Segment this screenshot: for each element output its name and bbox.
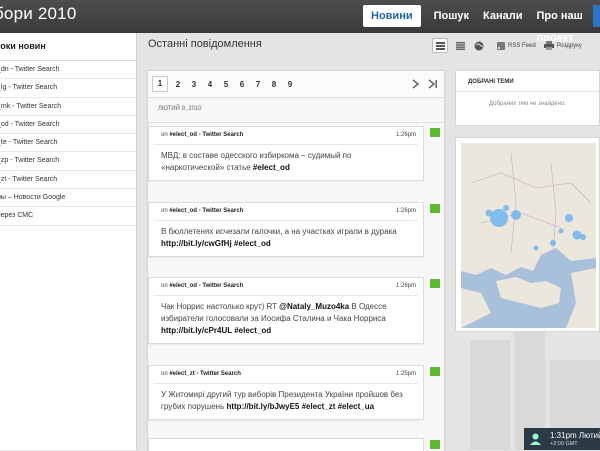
sidebar: токи новин _dn - Twitter Search _lg - Tw…: [0, 33, 137, 450]
view-toolbar: RSS Feed Роздруку: [432, 38, 582, 53]
page-8[interactable]: 8: [266, 80, 282, 89]
map-graphic: [461, 143, 596, 328]
last-page-icon[interactable]: [428, 79, 438, 89]
map-bubble[interactable]: [580, 234, 586, 240]
map-bubble[interactable]: [550, 240, 556, 246]
sidebar-item-sms[interactable]: через СМС: [0, 207, 136, 225]
print-link[interactable]: Роздруку: [544, 41, 582, 50]
map-bubble[interactable]: [486, 210, 493, 217]
post-text: У Житомирі другий тур виборів Президента…: [149, 384, 423, 419]
post-source[interactable]: on #elect_od - Twitter Search: [161, 208, 243, 214]
page-6[interactable]: 6: [234, 80, 250, 89]
page-4[interactable]: 4: [202, 80, 218, 89]
pager-arrows: [412, 79, 444, 89]
page-5[interactable]: 5: [218, 80, 234, 89]
post-card: on #elect_zt - Twitter Search 1:25pm У Ж…: [148, 365, 424, 420]
sidebar-title: токи новин: [0, 33, 136, 61]
featured-topics-empty: Добраних тем не знайдено.: [456, 92, 599, 107]
nav-overflow-button[interactable]: [593, 5, 600, 27]
nav-channels[interactable]: Канали: [476, 5, 529, 27]
post-time: 1:25pm: [396, 371, 416, 377]
post-card: on #elect_od - Twitter Search 1:26pm Чак…: [148, 277, 424, 344]
page-9[interactable]: 9: [282, 80, 298, 89]
post-time: 1:26pm: [396, 283, 416, 289]
news-feed: 1 2 3 4 5 6 7 8 9 Лютий 9, 2010 on #elec…: [147, 70, 445, 451]
sidebar-item-zt[interactable]: _zt - Twitter Search: [0, 171, 136, 189]
post-card: on #elect_od - Twitter Search 1:26pm МВД…: [148, 126, 424, 181]
map-bubble[interactable]: [503, 205, 509, 211]
share-icon[interactable]: [430, 128, 440, 137]
share-icon[interactable]: [430, 367, 440, 376]
right-column: ДОБРАНІ ТЕМИ Добраних тем не знайдено.: [455, 70, 600, 332]
page-7[interactable]: 7: [250, 80, 266, 89]
top-bar: бори 2010 Новини Пошук Канали Про наш пр…: [0, 0, 600, 33]
nav-about[interactable]: Про наш проект: [530, 5, 600, 27]
printer-icon: [544, 41, 554, 50]
clock-widget: 1:31pm Лютий +2:00 GMT: [524, 428, 600, 450]
featured-topics-title: ДОБРАНІ ТЕМИ: [456, 71, 599, 92]
sidebar-item-dn[interactable]: _dn - Twitter Search: [0, 61, 136, 79]
page-2[interactable]: 2: [170, 80, 186, 89]
globe-map-view-icon[interactable]: [472, 39, 486, 52]
nav-search[interactable]: Пошук: [427, 5, 476, 27]
post-source[interactable]: on #elect_od - Twitter Search: [161, 283, 243, 289]
post-header: on #elect_od - Twitter Search 1:26pm: [154, 278, 418, 296]
nav-news[interactable]: Новини: [363, 5, 421, 27]
next-page-icon[interactable]: [412, 79, 420, 89]
post-source[interactable]: on #elect_od - Twitter Search: [161, 132, 243, 138]
map-box: [455, 137, 600, 332]
sidebar-item-te[interactable]: _te - Twitter Search: [0, 134, 136, 152]
date-separator: Лютий 9, 2010: [148, 98, 444, 123]
page-title: Останні повідомлення: [148, 38, 262, 50]
map-bubble[interactable]: [565, 214, 573, 222]
site-title[interactable]: бори 2010: [0, 4, 76, 24]
map-bubble[interactable]: [559, 229, 564, 234]
rss-icon: [497, 42, 505, 50]
grid-view-icon[interactable]: [453, 39, 467, 52]
rss-label: RSS Feed: [508, 43, 536, 49]
pagination: 1 2 3 4 5 6 7 8 9: [148, 71, 444, 98]
post-header: on #elect_od - Twitter Search 1:26pm: [154, 127, 418, 145]
post-time: 1:26pm: [396, 132, 416, 138]
map-bubble[interactable]: [490, 209, 508, 227]
print-label: Роздруку: [557, 43, 582, 49]
list-view-icon[interactable]: [432, 38, 448, 53]
sidebar-item-od[interactable]: _od - Twitter Search: [0, 116, 136, 134]
featured-topics-box: ДОБРАНІ ТЕМИ Добраних тем не знайдено.: [455, 70, 600, 126]
share-icon[interactable]: [430, 279, 440, 288]
post-text: МВД: в составе одесского избиркома – суд…: [149, 145, 423, 180]
post-header: on #elect_zt - Twitter Search 1:25pm: [154, 366, 418, 384]
sidebar-item-google-news[interactable]: ры – Новости Google: [0, 189, 136, 207]
sidebar-item-zp[interactable]: _zp - Twitter Search: [0, 152, 136, 170]
post-text: Чак Норрис настолько крут) RT @Nataly_Mu…: [149, 296, 423, 343]
main-nav: Новини Пошук Канали Про наш проект: [363, 5, 600, 27]
share-icon[interactable]: [430, 440, 440, 449]
map-bubble[interactable]: [511, 210, 521, 220]
post-card: on #elect_od - Twitter Search 1:26pm В б…: [148, 202, 424, 257]
user-icon: [530, 433, 541, 445]
post-source[interactable]: on #elect_zt - Twitter Search: [161, 371, 241, 377]
sidebar-item-lg[interactable]: _lg - Twitter Search: [0, 79, 136, 97]
clock-timezone: +2:00 GMT: [550, 441, 578, 447]
news-map[interactable]: [461, 143, 596, 328]
share-icon[interactable]: [430, 204, 440, 213]
post-text: В бюллетенях исчезали галочки, а на учас…: [149, 221, 423, 256]
page-3[interactable]: 3: [186, 80, 202, 89]
page-1[interactable]: 1: [152, 76, 168, 92]
post-header: on #elect_od - Twitter Search 1:26pm: [154, 203, 418, 221]
sidebar-item-mk[interactable]: _mk - Twitter Search: [0, 98, 136, 116]
post-card: [148, 438, 424, 451]
post-time: 1:26pm: [396, 208, 416, 214]
clock-time: 1:31pm Лютий: [550, 431, 600, 440]
map-bubble[interactable]: [573, 231, 582, 240]
map-bubble[interactable]: [534, 246, 539, 251]
rss-feed-link[interactable]: RSS Feed: [497, 42, 536, 50]
